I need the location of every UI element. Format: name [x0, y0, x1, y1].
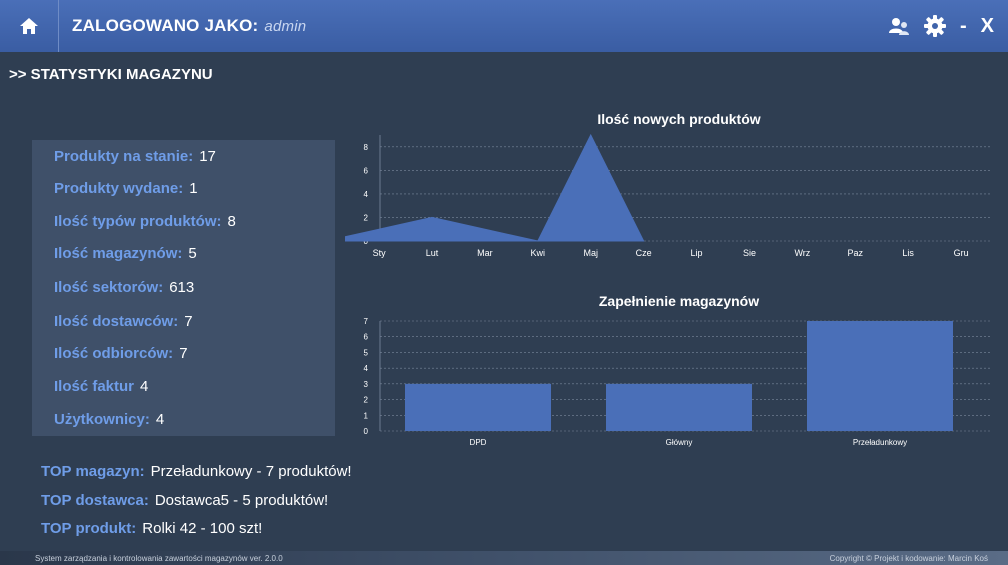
y-tick-label: 8	[364, 143, 369, 152]
x-tick-label: Sie	[743, 248, 756, 258]
stat-row: Produkty wydane: 1	[54, 180, 198, 197]
stat-label: Ilość typów produktów:	[54, 213, 222, 230]
login-status: ZALOGOWANO JAKO: admin	[72, 16, 306, 36]
y-tick-label: 0	[364, 427, 369, 436]
stat-row: Ilość faktur 4	[54, 378, 148, 395]
stat-row: Ilość odbiorców: 7	[54, 345, 188, 362]
stat-label: Ilość sektorów:	[54, 279, 164, 296]
top-label: TOP dostawca:	[41, 492, 149, 509]
y-tick-label: 1	[364, 411, 369, 420]
stat-label: Ilość odbiorców:	[54, 345, 174, 362]
stat-value: 17	[199, 148, 216, 165]
stat-label: Ilość magazynów:	[54, 245, 183, 262]
gear-icon	[923, 15, 946, 37]
x-tick-label: Kwi	[531, 248, 546, 258]
page-title: >> STATYSTYKI MAGAZYNU	[9, 66, 213, 83]
stat-row: Użytkownicy: 4	[54, 411, 164, 428]
new-products-chart: 02468StyLutMarKwiMajCzeLipSieWrzPazLisGr…	[345, 133, 990, 258]
area-series	[345, 133, 645, 242]
stat-row: Produkty na stanie: 17	[54, 148, 216, 165]
x-tick-label: Przeładunkowy	[853, 438, 907, 447]
chart-title-new-products: Ilość nowych produktów	[597, 111, 761, 127]
stat-value: 1	[189, 180, 198, 197]
stats-panel: Produkty na stanie: 17 Produkty wydane: 1 …	[32, 140, 335, 436]
y-tick-label: 4	[364, 190, 369, 199]
stat-row: Ilość typów produktów: 8	[54, 213, 236, 230]
x-tick-label: Paz	[848, 248, 864, 258]
top-product: TOP produkt: Rolki 42 - 100 szt!	[41, 520, 262, 537]
x-tick-label: Mar	[477, 248, 493, 258]
close-button[interactable]: X	[981, 15, 994, 38]
top-value: Rolki 42 - 100 szt!	[142, 520, 263, 537]
y-tick-label: 3	[364, 380, 369, 389]
stat-label: Użytkownicy:	[54, 411, 150, 428]
x-tick-label: Cze	[636, 248, 652, 258]
x-tick-label: Gru	[954, 248, 969, 258]
top-supplier: TOP dostawca: Dostawca5 - 5 produktów!	[41, 492, 328, 509]
stat-row: Ilość magazynów: 5	[54, 245, 197, 262]
bar-dpd	[405, 383, 551, 431]
users-icon	[888, 18, 909, 35]
y-tick-label: 2	[364, 396, 369, 405]
footer-copyright: Copyright © Projekt i kodowanie: Marcin …	[829, 554, 988, 563]
minimize-button[interactable]: -	[960, 15, 967, 38]
home-icon	[20, 18, 38, 34]
login-label: ZALOGOWANO JAKO:	[72, 16, 259, 35]
settings-button[interactable]	[923, 15, 946, 37]
chart-title-warehouse-fill: Zapełnienie magazynów	[598, 293, 760, 309]
stat-row: Ilość dostawców: 7	[54, 313, 193, 330]
y-tick-label: 7	[364, 317, 369, 326]
y-tick-label: 5	[364, 348, 369, 357]
bar-główny	[606, 383, 752, 431]
x-tick-label: Lip	[691, 248, 703, 258]
stat-label: Produkty na stanie:	[54, 148, 194, 165]
footer-version: System zarządzania i kontrolowania zawar…	[35, 554, 283, 563]
x-tick-label: Maj	[583, 248, 598, 258]
y-tick-label: 2	[364, 213, 369, 222]
username: admin	[264, 18, 307, 35]
stat-value: 7	[179, 345, 188, 362]
y-tick-label: 4	[364, 364, 369, 373]
warehouse-fill-chart: 0 1 2 3 4 5 6 7 DPD Główny Przeładunkowy	[364, 317, 990, 447]
stat-label: Ilość faktur	[54, 378, 135, 395]
x-tick-label: Lut	[426, 248, 439, 258]
x-tick-label: Wrz	[794, 248, 810, 258]
top-bar: ZALOGOWANO JAKO: admin - X	[0, 0, 1008, 52]
x-tick-label: Sty	[373, 248, 387, 258]
y-tick-label: 6	[364, 166, 369, 175]
footer: System zarządzania i kontrolowania zawar…	[0, 551, 1008, 565]
home-button[interactable]	[0, 0, 59, 52]
stat-value: 4	[140, 378, 149, 395]
stat-value: 8	[227, 213, 236, 230]
top-label: TOP produkt:	[41, 520, 137, 537]
stat-label: Produkty wydane:	[54, 180, 184, 197]
stat-value: 613	[169, 279, 195, 296]
top-warehouse: TOP magazyn: Przeładunkowy - 7 produktów!	[41, 463, 352, 480]
x-tick-label: Lis	[902, 248, 914, 258]
y-tick-label: 6	[364, 333, 369, 342]
top-label: TOP magazyn:	[41, 463, 145, 480]
stat-label: Ilość dostawców:	[54, 313, 179, 330]
stat-value: 5	[188, 245, 197, 262]
top-value: Przeładunkowy - 7 produktów!	[150, 463, 352, 480]
top-value: Dostawca5 - 5 produktów!	[154, 492, 329, 509]
bar-przeładunkowy	[807, 321, 953, 431]
stat-value: 7	[184, 313, 193, 330]
stat-value: 4	[155, 411, 165, 428]
x-tick-label: DPD	[470, 438, 487, 447]
stat-row: Ilość sektorów: 613	[54, 279, 194, 296]
users-button[interactable]	[888, 16, 910, 36]
x-tick-label: Główny	[666, 438, 693, 447]
